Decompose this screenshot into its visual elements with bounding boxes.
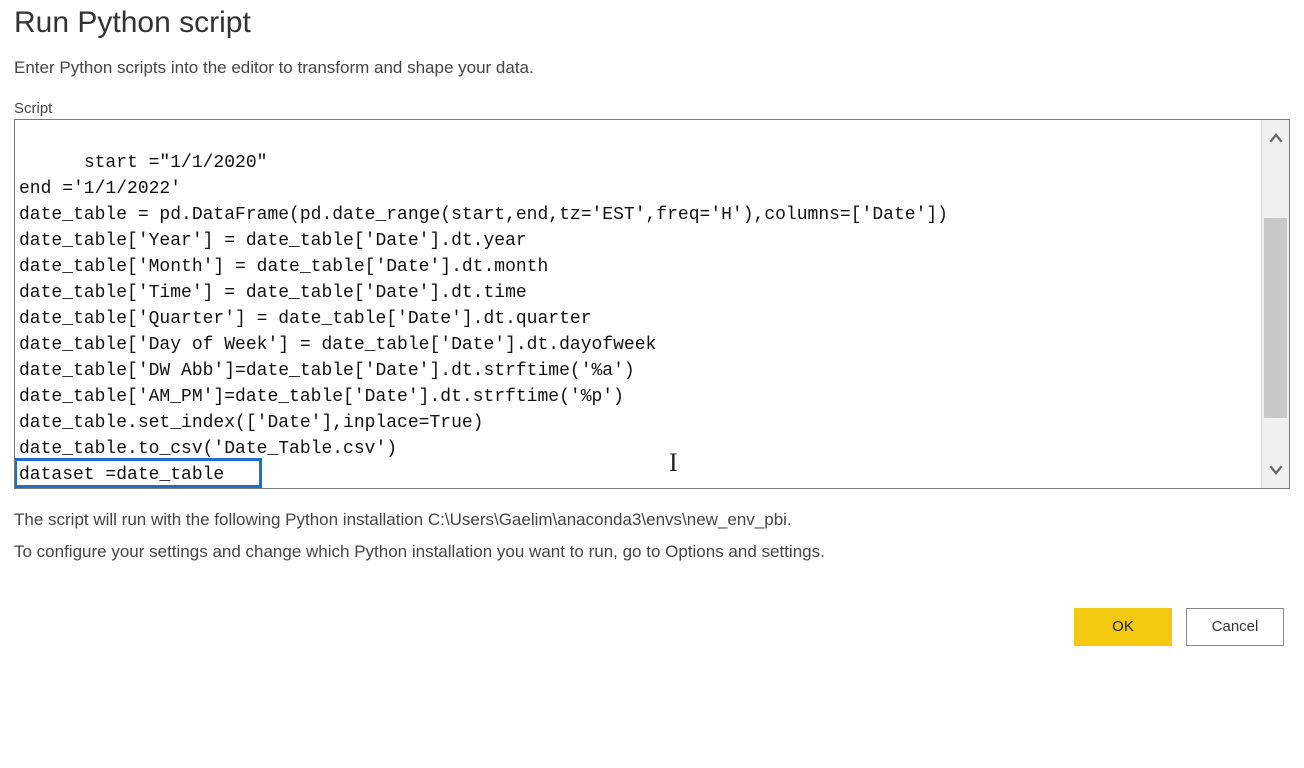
python-config-info: To configure your settings and change wh… [14,539,1290,565]
script-content: start ="1/1/2020" end ='1/1/2022' date_t… [19,153,948,485]
script-label: Script [14,100,1290,117]
scrollbar-thumb[interactable] [1264,218,1287,418]
run-python-script-dialog: Run Python script Enter Python scripts i… [0,0,1304,662]
dialog-subtitle: Enter Python scripts into the editor to … [14,58,1290,78]
scroll-down-arrow-icon[interactable] [1262,450,1290,488]
python-install-info: The script will run with the following P… [14,507,1290,533]
dialog-button-row: OK Cancel [14,608,1290,646]
cancel-button[interactable]: Cancel [1186,608,1284,646]
text-cursor-icon: I [669,450,678,476]
scrollbar-track[interactable] [1262,158,1289,450]
scroll-up-arrow-icon[interactable] [1262,120,1290,158]
script-editor[interactable]: start ="1/1/2020" end ='1/1/2022' date_t… [15,120,1261,488]
vertical-scrollbar[interactable] [1261,120,1289,488]
ok-button[interactable]: OK [1074,608,1172,646]
script-editor-container: start ="1/1/2020" end ='1/1/2022' date_t… [14,119,1290,489]
dialog-title: Run Python script [14,6,1290,40]
